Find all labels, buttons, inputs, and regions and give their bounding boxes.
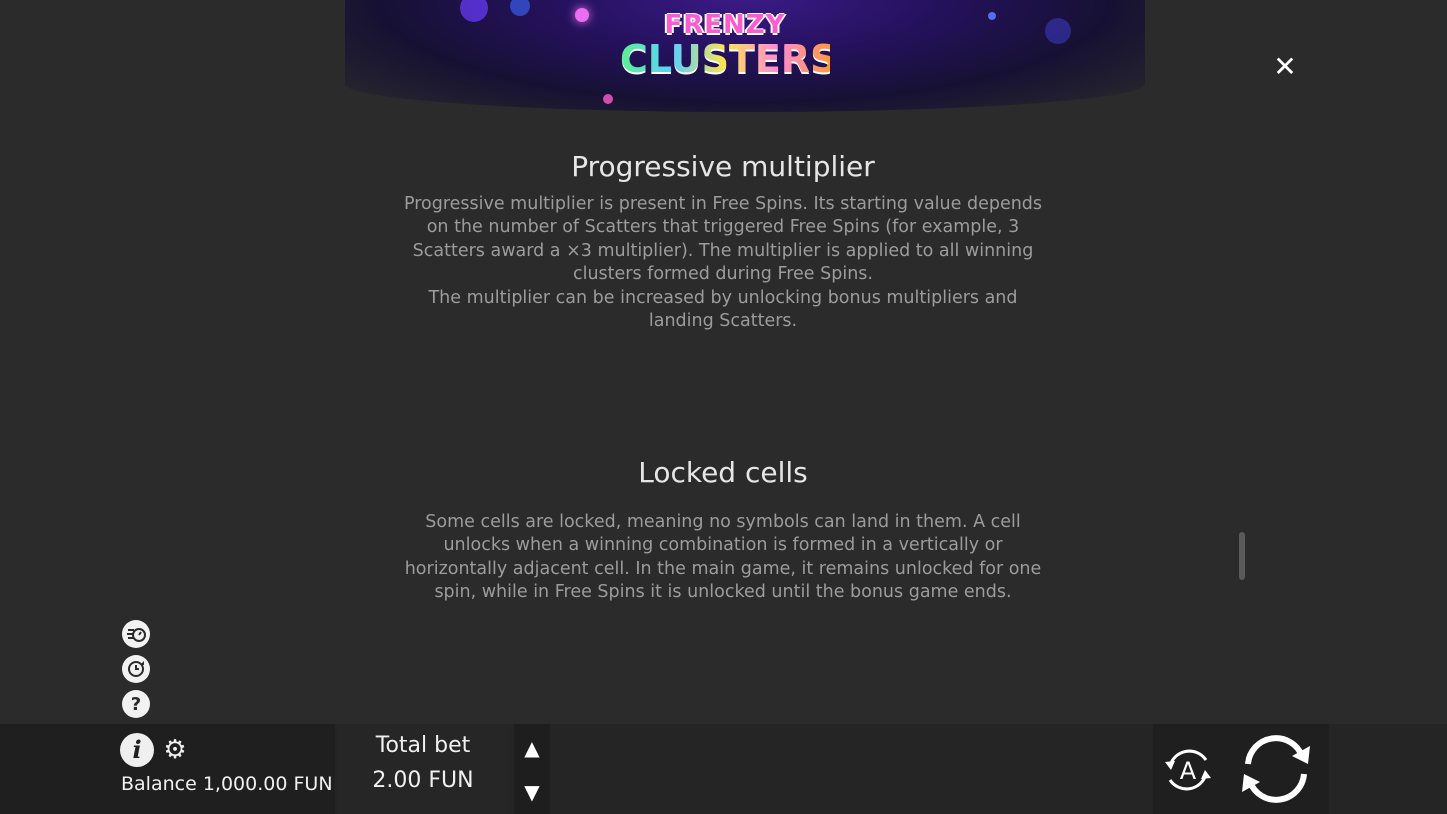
decor-dot <box>603 94 613 104</box>
bet-decrease-icon[interactable]: ▼ <box>514 772 550 812</box>
gear-icon[interactable]: ⚙ <box>162 737 188 763</box>
autoplay-label: A <box>1180 757 1197 785</box>
decor-dot <box>1045 18 1071 44</box>
close-icon[interactable]: ✕ <box>1270 52 1300 82</box>
section-title: Progressive multiplier <box>571 150 875 183</box>
section-paragraph: The multiplier can be increased by unloc… <box>428 287 1018 332</box>
section-text: Some cells are locked, meaning no symbol… <box>404 512 1042 603</box>
balance-label: Balance <box>121 773 197 795</box>
scrollbar-thumb[interactable] <box>1239 532 1245 580</box>
balance-display: Balance 1,000.00 FUN <box>121 773 333 795</box>
spin-icon <box>1242 735 1310 803</box>
rules-section: Progressive multiplier Progressive multi… <box>373 150 1073 333</box>
spin-button[interactable] <box>1236 732 1316 806</box>
section-title: Locked cells <box>638 456 808 489</box>
bet-increase-icon[interactable]: ▲ <box>514 728 550 768</box>
logo-line-1: FRENZY <box>664 10 786 40</box>
total-bet-label: Total bet <box>375 733 471 758</box>
decor-dot <box>988 12 996 20</box>
game-logo: FRENZY CLUSTERS <box>620 10 838 81</box>
section-text: Progressive multiplier is present in Fre… <box>403 193 1043 333</box>
logo-line-2: CLUSTERS <box>620 37 838 81</box>
decor-dot <box>510 0 530 16</box>
balance-value: 1,000.00 FUN <box>202 773 333 795</box>
decor-dot <box>575 8 589 22</box>
history-icon[interactable] <box>122 655 150 683</box>
rules-section: Locked cells Some cells are locked, mean… <box>373 456 1073 605</box>
total-bet-value: 2.00 FUN <box>372 768 474 793</box>
turbo-icon[interactable] <box>122 620 150 648</box>
side-icon-column: ? <box>122 620 152 725</box>
info-icon[interactable]: i <box>120 733 154 767</box>
help-icon[interactable]: ? <box>122 690 150 718</box>
autoplay-icon: A <box>1165 749 1211 791</box>
decor-dot <box>460 0 488 22</box>
section-paragraph: Progressive multiplier is present in Fre… <box>403 194 1043 285</box>
autoplay-button[interactable]: A <box>1160 744 1216 796</box>
